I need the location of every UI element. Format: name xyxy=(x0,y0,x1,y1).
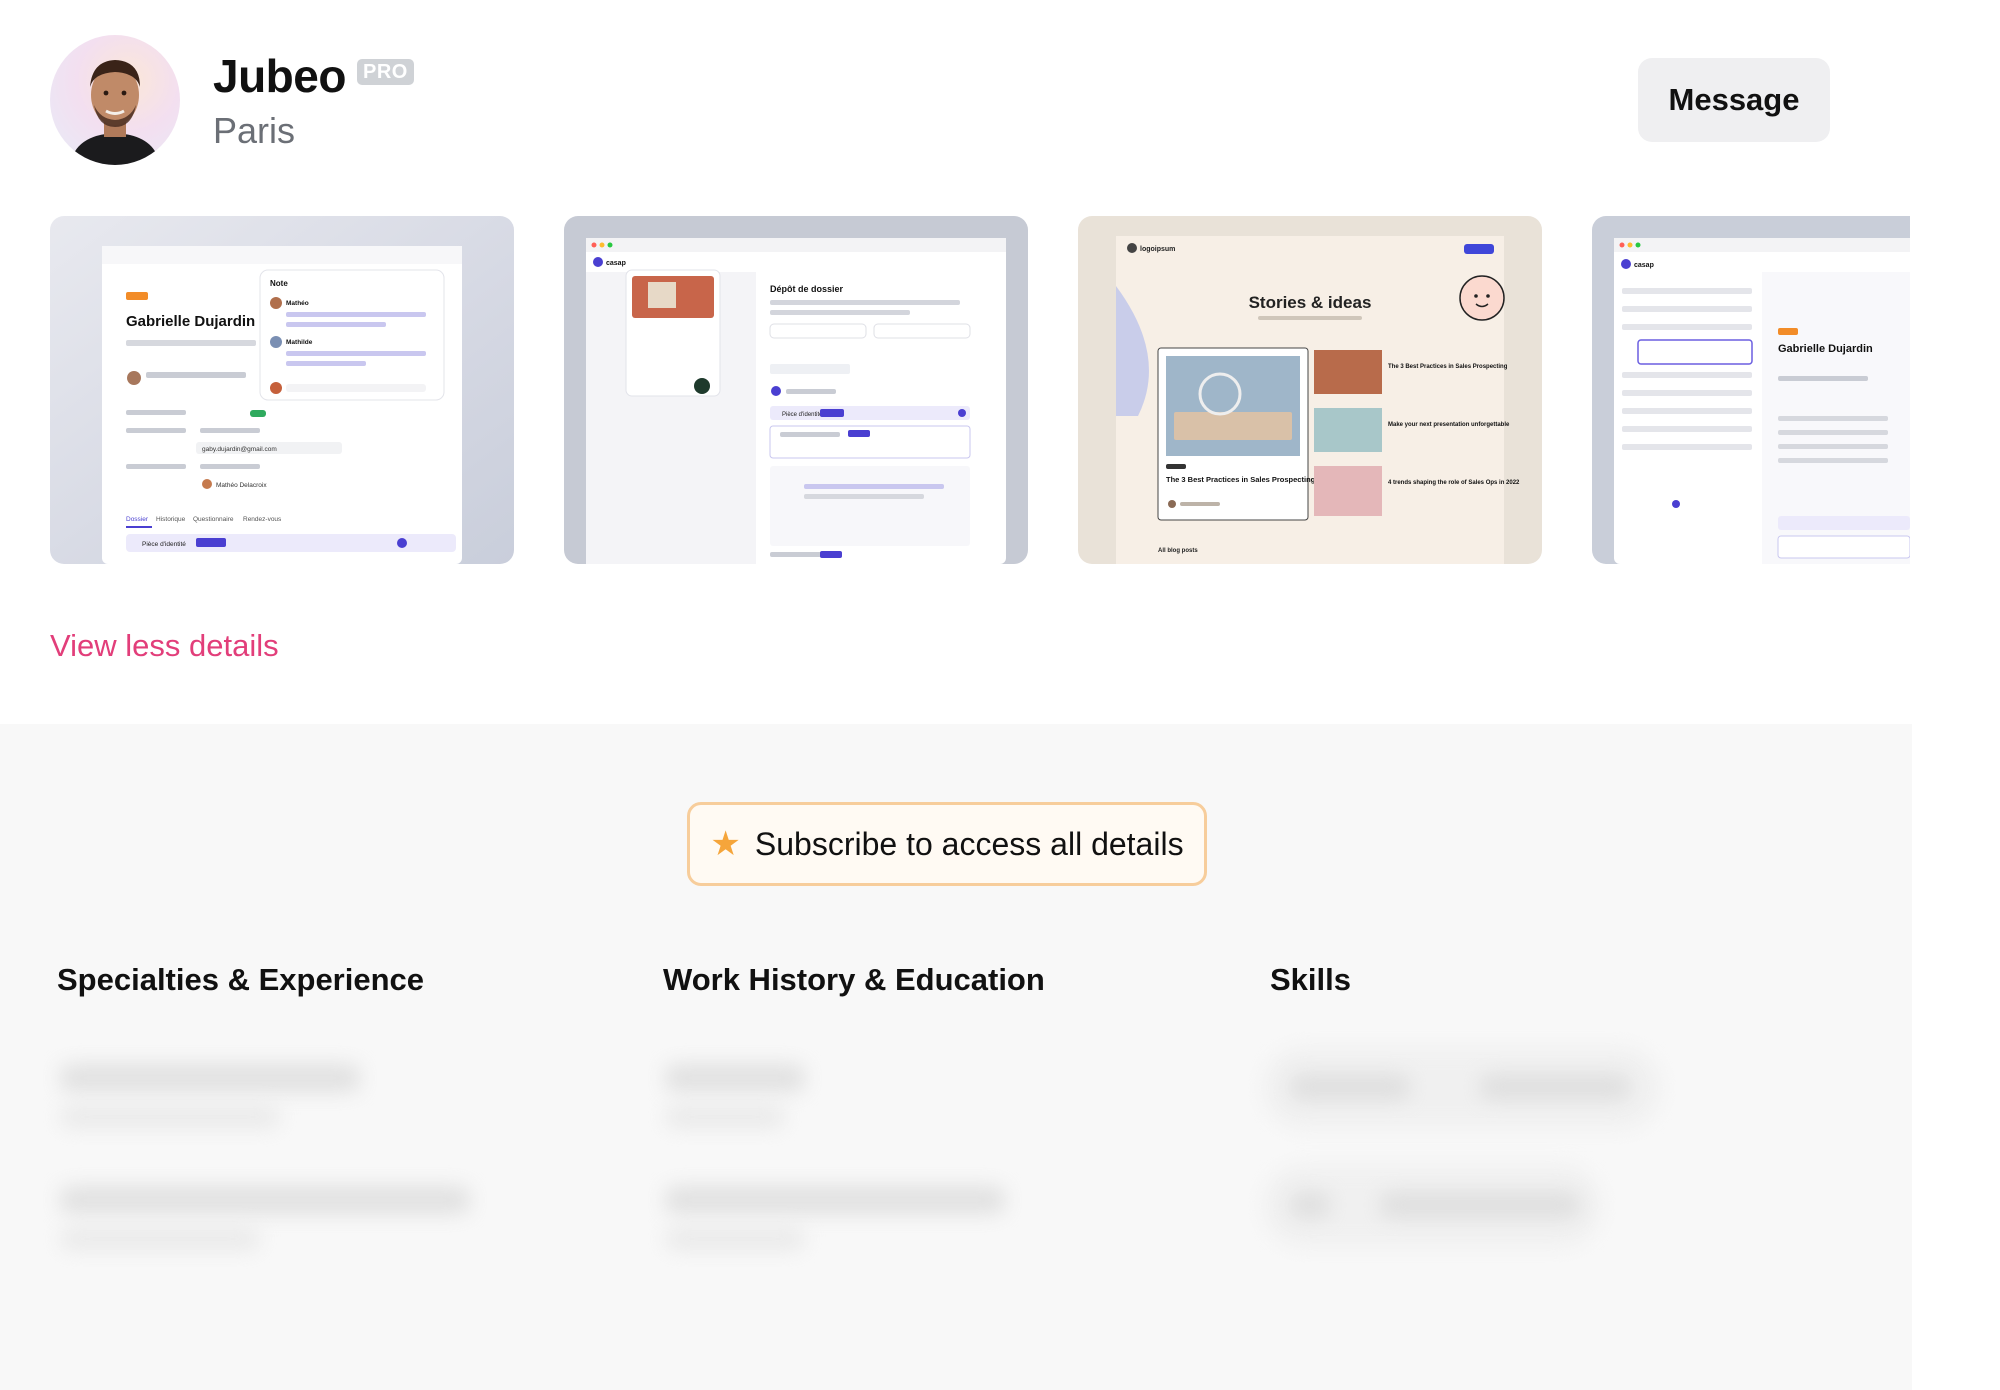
thumb1-note-author-2: Mathilde xyxy=(286,339,313,346)
blurred-text xyxy=(665,1106,785,1128)
subscribe-label: Subscribe to access all details xyxy=(754,825,1184,862)
blurred-text xyxy=(665,1228,805,1250)
section-title-work-history: Work History & Education xyxy=(663,962,1045,997)
thumb3-side-2: Make your next presentation unforgettabl… xyxy=(1388,422,1510,428)
blurred-text xyxy=(665,1186,1005,1214)
thumb3-side-1: The 3 Best Practices in Sales Prospectin… xyxy=(1388,364,1508,370)
thumb2-title: Dépôt de dossier xyxy=(770,284,844,294)
star-icon: ★ xyxy=(710,825,741,863)
thumb1-note-title: Note xyxy=(270,279,288,288)
thumb1-note-author-1: Mathéo xyxy=(286,300,309,307)
thumb1-email: gaby.dujardin@gmail.com xyxy=(202,446,277,453)
avatar xyxy=(50,35,180,165)
blurred-chip xyxy=(1380,1192,1580,1218)
thumb1-tab-4: Rendez-vous xyxy=(243,516,282,523)
portfolio-gallery: Gabrielle Dujardin gaby.dujardin@gmail.c… xyxy=(50,216,1910,564)
profile-location: Paris xyxy=(213,110,296,151)
profile-name: Jubeo xyxy=(213,50,346,102)
thumb1-agent: Mathéo Delacroix xyxy=(216,482,267,489)
thumb3-side-3: 4 trends shaping the role of Sales Ops i… xyxy=(1388,480,1520,486)
blurred-chip xyxy=(1290,1192,1330,1218)
profile-header: Jubeo PRO Paris Message xyxy=(50,35,1830,165)
thumb2-row: Pièce d'identité xyxy=(782,412,823,418)
thumb3-card-title: The 3 Best Practices in Sales Prospectin… xyxy=(1166,475,1316,484)
thumb2-brand: casap xyxy=(606,260,626,267)
thumb3-footer: All blog posts xyxy=(1158,548,1198,554)
blurred-text xyxy=(60,1186,470,1214)
blurred-text xyxy=(60,1106,280,1128)
portfolio-thumbnail-4[interactable]: casap Gabrielle Dujardin xyxy=(1592,216,1910,564)
thumb4-name: Gabrielle Dujardin xyxy=(1778,343,1873,355)
locked-details-section: ★ Subscribe to access all details Specia… xyxy=(0,724,1912,1390)
pro-badge: PRO xyxy=(357,59,414,85)
thumb3-title: Stories & ideas xyxy=(1249,293,1372,312)
view-less-details-link[interactable]: View less details xyxy=(50,628,279,664)
portfolio-thumbnail-1[interactable]: Gabrielle Dujardin gaby.dujardin@gmail.c… xyxy=(50,216,514,564)
thumb1-tab-1: Dossier xyxy=(126,516,149,523)
blurred-text xyxy=(665,1064,805,1092)
blurred-chip xyxy=(1290,1074,1410,1100)
blurred-text xyxy=(60,1064,360,1092)
section-title-skills: Skills xyxy=(1270,962,1351,997)
message-button[interactable]: Message xyxy=(1638,58,1830,142)
portfolio-thumbnail-2[interactable]: casap Dépôt de dossier Pièce d'identité xyxy=(564,216,1028,564)
thumb3-brand: logoipsum xyxy=(1140,246,1175,253)
thumb1-tab-2: Historique xyxy=(156,516,186,523)
thumb1-name: Gabrielle Dujardin xyxy=(126,313,255,330)
profile-page: Jubeo PRO Paris Message Gabrielle Dujard… xyxy=(0,0,2000,1390)
portfolio-thumbnail-3[interactable]: logoipsum Stories & ideas The 3 Best Pra… xyxy=(1078,216,1542,564)
thumb4-brand: casap xyxy=(1634,262,1654,269)
blurred-text xyxy=(60,1228,260,1250)
thumb1-row: Pièce d'identité xyxy=(142,541,186,548)
blurred-chip xyxy=(1480,1074,1630,1100)
thumb1-tab-3: Questionnaire xyxy=(193,516,234,523)
section-title-specialties: Specialties & Experience xyxy=(57,962,425,997)
subscribe-button[interactable]: ★ Subscribe to access all details xyxy=(687,802,1207,886)
